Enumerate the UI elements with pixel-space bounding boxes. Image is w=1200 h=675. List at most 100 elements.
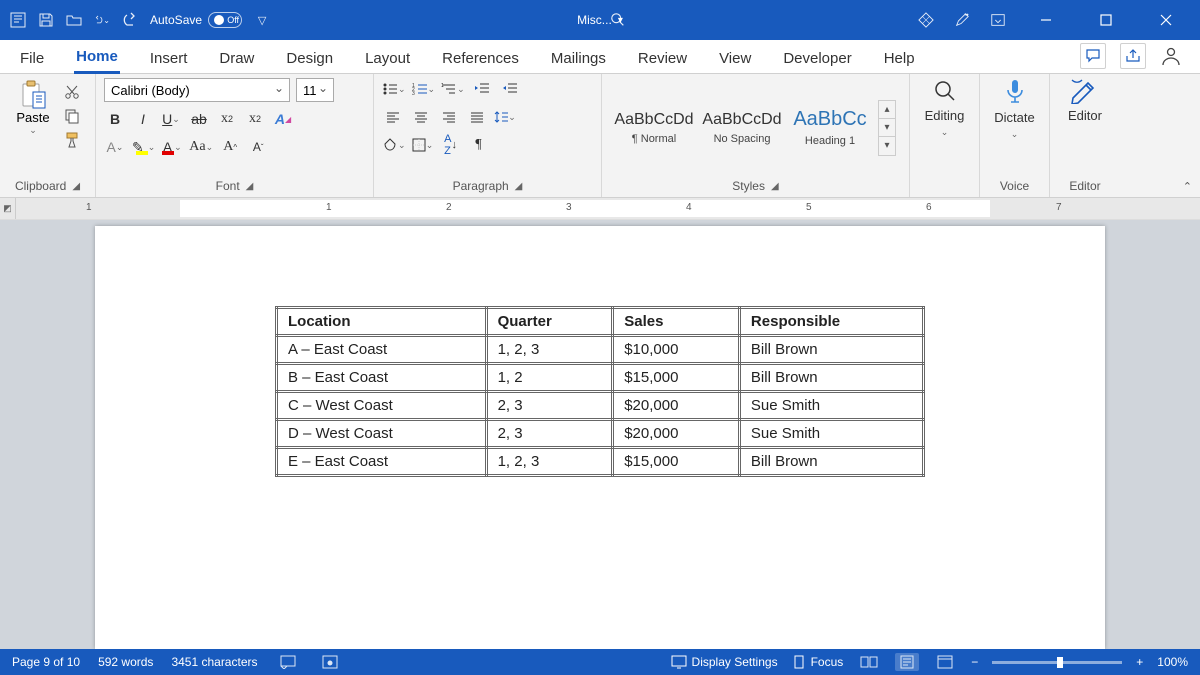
- tab-view[interactable]: View: [717, 44, 753, 73]
- italic-button[interactable]: I: [132, 108, 154, 130]
- show-marks-button[interactable]: ¶: [468, 134, 490, 156]
- style-normal[interactable]: AaBbCcDd¶ Normal: [612, 97, 696, 159]
- table-cell[interactable]: Sue Smith: [739, 392, 923, 420]
- tab-insert[interactable]: Insert: [148, 44, 190, 73]
- font-size-select[interactable]: 11: [296, 78, 334, 102]
- tab-references[interactable]: References: [440, 44, 521, 73]
- increase-indent-button[interactable]: [499, 78, 521, 100]
- subscript-button[interactable]: x2: [216, 108, 238, 130]
- shrink-font-button[interactable]: Aˇ: [247, 136, 269, 158]
- copy-icon[interactable]: [62, 106, 82, 126]
- align-center-button[interactable]: [410, 106, 432, 128]
- minimize-button[interactable]: [1026, 0, 1066, 40]
- zoom-out[interactable]: −: [971, 655, 978, 669]
- line-spacing-button[interactable]: [494, 106, 516, 128]
- table-cell[interactable]: B – East Coast: [277, 364, 487, 392]
- table-cell[interactable]: Bill Brown: [739, 364, 923, 392]
- comments-button[interactable]: [1080, 43, 1106, 69]
- autosave-file-icon[interactable]: [10, 12, 26, 28]
- grow-font-button[interactable]: A^: [219, 136, 241, 158]
- bullets-button[interactable]: [382, 78, 406, 100]
- table-cell[interactable]: $15,000: [613, 448, 740, 476]
- table-cell[interactable]: 1, 2, 3: [486, 448, 613, 476]
- web-layout-icon[interactable]: [933, 653, 957, 671]
- table-header[interactable]: Sales: [613, 308, 740, 336]
- ruler[interactable]: ◩ 1 1 2 3 4 5 6 7: [0, 198, 1200, 220]
- table-cell[interactable]: 1, 2, 3: [486, 336, 613, 364]
- justify-button[interactable]: [466, 106, 488, 128]
- document-area[interactable]: Location Quarter Sales Responsible A – E…: [0, 220, 1200, 649]
- text-effects-button[interactable]: A◢: [272, 108, 294, 130]
- editing-button[interactable]: Editing⌄: [918, 78, 971, 138]
- table-cell[interactable]: $15,000: [613, 364, 740, 392]
- display-settings[interactable]: Display Settings: [671, 655, 778, 669]
- maximize-button[interactable]: [1086, 0, 1126, 40]
- save-icon[interactable]: [38, 12, 54, 28]
- search-icon[interactable]: [610, 12, 626, 28]
- open-icon[interactable]: [66, 12, 82, 28]
- zoom-level[interactable]: 100%: [1157, 655, 1188, 669]
- sort-button[interactable]: AZ↓: [440, 134, 462, 156]
- align-right-button[interactable]: [438, 106, 460, 128]
- tab-mailings[interactable]: Mailings: [549, 44, 608, 73]
- macro-icon[interactable]: [318, 653, 342, 671]
- focus-mode[interactable]: Focus: [792, 655, 844, 669]
- table-cell[interactable]: Sue Smith: [739, 420, 923, 448]
- tab-review[interactable]: Review: [636, 44, 689, 73]
- decrease-indent-button[interactable]: [471, 78, 493, 100]
- clipboard-launcher-icon[interactable]: ◢: [72, 181, 80, 192]
- styles-launcher-icon[interactable]: ◢: [771, 181, 779, 192]
- share-button[interactable]: [1120, 43, 1146, 69]
- collapse-ribbon-icon[interactable]: ⌃: [1183, 180, 1192, 193]
- char-count[interactable]: 3451 characters: [171, 655, 257, 669]
- numbering-button[interactable]: 123: [412, 78, 436, 100]
- ribbon-mode-icon[interactable]: [990, 12, 1006, 28]
- redo-icon[interactable]: [122, 12, 138, 28]
- multilevel-button[interactable]: 1: [441, 78, 465, 100]
- paragraph-launcher-icon[interactable]: ◢: [515, 181, 523, 192]
- zoom-in[interactable]: +: [1136, 655, 1143, 669]
- shading-button[interactable]: [382, 134, 406, 156]
- borders-button[interactable]: [412, 134, 434, 156]
- tab-draw[interactable]: Draw: [217, 44, 256, 73]
- font-launcher-icon[interactable]: ◢: [246, 181, 254, 192]
- font-name-select[interactable]: Calibri (Body): [104, 78, 290, 102]
- table-header[interactable]: Quarter: [486, 308, 613, 336]
- table-cell[interactable]: $10,000: [613, 336, 740, 364]
- tab-file[interactable]: File: [18, 44, 46, 73]
- editor-button[interactable]: Editor: [1058, 78, 1112, 123]
- table-cell[interactable]: Bill Brown: [739, 336, 923, 364]
- table-header[interactable]: Location: [277, 308, 487, 336]
- table-cell[interactable]: C – West Coast: [277, 392, 487, 420]
- qat-overflow-icon[interactable]: ▽: [254, 12, 270, 28]
- tab-layout[interactable]: Layout: [363, 44, 412, 73]
- data-table[interactable]: Location Quarter Sales Responsible A – E…: [275, 306, 925, 477]
- table-cell[interactable]: 2, 3: [486, 420, 613, 448]
- strikethrough-button[interactable]: ab: [188, 108, 210, 130]
- diamond-icon[interactable]: [918, 12, 934, 28]
- align-left-button[interactable]: [382, 106, 404, 128]
- style-nospacing[interactable]: AaBbCcDdNo Spacing: [700, 97, 784, 159]
- superscript-button[interactable]: x2: [244, 108, 266, 130]
- undo-icon[interactable]: ⌄: [94, 12, 110, 28]
- table-cell[interactable]: $20,000: [613, 420, 740, 448]
- tab-developer[interactable]: Developer: [781, 44, 853, 73]
- format-painter-icon[interactable]: [62, 130, 82, 150]
- zoom-slider[interactable]: [992, 661, 1122, 664]
- print-layout-icon[interactable]: [895, 653, 919, 671]
- page-indicator[interactable]: Page 9 of 10: [12, 655, 80, 669]
- tab-home[interactable]: Home: [74, 42, 120, 74]
- table-cell[interactable]: Bill Brown: [739, 448, 923, 476]
- font-color2-button[interactable]: A: [104, 136, 126, 158]
- word-count[interactable]: 592 words: [98, 655, 153, 669]
- table-header[interactable]: Responsible: [739, 308, 923, 336]
- table-cell[interactable]: $20,000: [613, 392, 740, 420]
- highlight-button[interactable]: ✎: [132, 136, 155, 158]
- paste-button[interactable]: Paste ⌄: [8, 78, 58, 136]
- account-icon[interactable]: [1160, 45, 1182, 67]
- pen-icon[interactable]: [954, 12, 970, 28]
- table-cell[interactable]: D – West Coast: [277, 420, 487, 448]
- style-heading1[interactable]: AaBbCcHeading 1: [788, 97, 872, 159]
- table-cell[interactable]: 2, 3: [486, 392, 613, 420]
- bold-button[interactable]: B: [104, 108, 126, 130]
